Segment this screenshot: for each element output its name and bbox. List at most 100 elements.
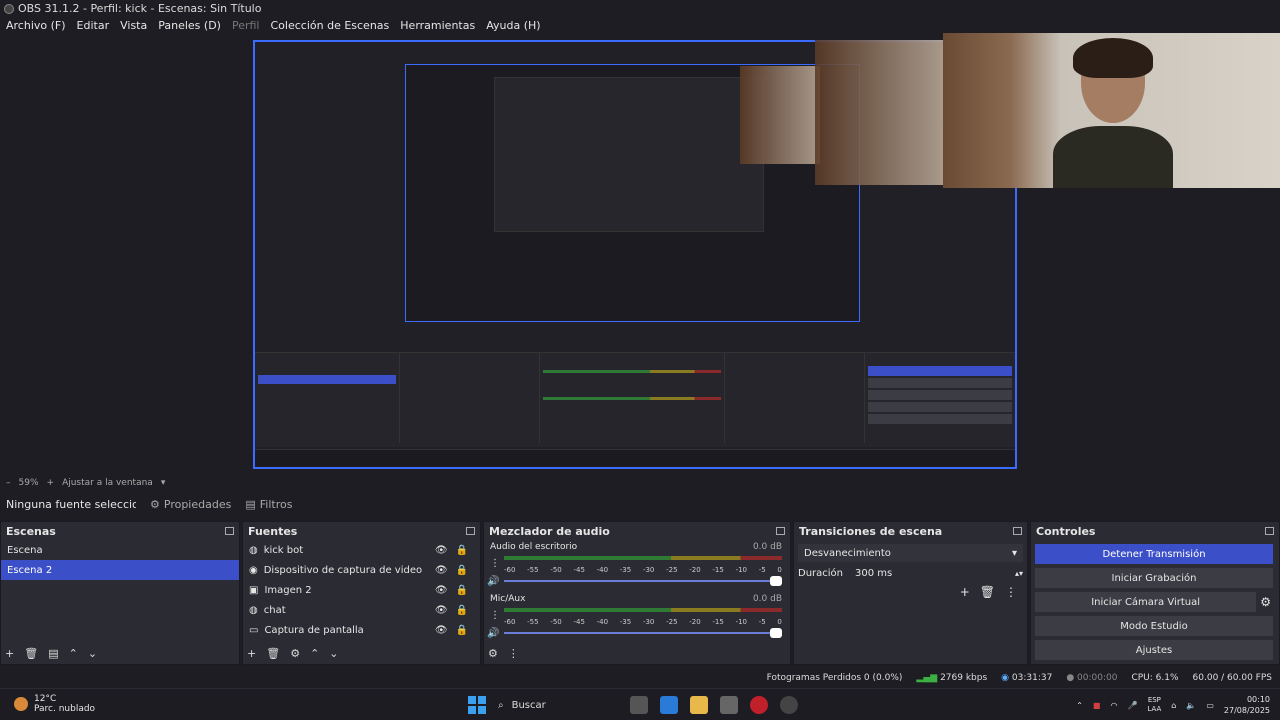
undock-icon[interactable] [1013,527,1022,535]
sources-title: Fuentes [248,524,298,538]
gear-icon[interactable]: ⚙ [290,647,300,660]
channel-db: 0.0 dB [752,542,782,552]
studio-mode-button[interactable]: Modo Estudio [1035,616,1273,636]
chevron-down-icon[interactable]: ⌄ [88,647,97,660]
weather-widget[interactable]: 12°C Parc. nublado [14,694,95,714]
obs-taskbar-icon[interactable] [780,696,798,714]
controls-dock: Controles Detener Transmisión Iniciar Gr… [1030,521,1280,665]
volume-icon[interactable]: 🔈 [1186,701,1196,710]
clock[interactable]: 00:10 27/08/2025 [1224,694,1270,716]
menu-perfil[interactable]: Perfil [232,19,260,32]
zoom-level: 59% [18,478,39,488]
trash-icon[interactable]: 🗑 [980,585,995,599]
speaker-icon[interactable]: 🔊 [487,576,499,587]
start-recording-button[interactable]: Iniciar Grabación [1035,568,1273,588]
source-item[interactable]: ▣ Imagen 2 👁 🔒 [243,580,480,600]
source-item[interactable]: ◉ Dispositivo de captura de video 👁 🔒 [243,560,480,580]
sources-dock: Fuentes ◍ kick bot 👁 🔒 ◉ Dispositivo de c… [242,521,481,665]
lock-icon[interactable]: 🔒 [456,545,468,556]
preview-area[interactable] [0,33,1280,476]
eye-icon[interactable]: 👁 [435,605,448,616]
undock-icon[interactable] [225,527,234,535]
mic-icon[interactable]: 🎤 [1127,701,1137,710]
trash-icon[interactable]: 🗑 [266,647,280,660]
gear-icon[interactable]: ⚙ [1260,595,1271,609]
gear-icon[interactable]: ⚙ [488,647,498,660]
signal-icon: ▂▄▆ [916,673,938,683]
menu-vista[interactable]: Vista [120,19,147,32]
lock-icon[interactable]: 🔒 [456,565,468,576]
add-icon[interactable]: + [960,585,970,599]
slider-knob[interactable] [770,628,782,638]
undock-icon[interactable] [466,527,475,535]
source-item[interactable]: ◍ kick bot 👁 🔒 [243,540,480,560]
menu-archivo[interactable]: Archivo (F) [6,19,66,32]
menu-herramientas[interactable]: Herramientas [400,19,475,32]
add-icon[interactable]: + [5,647,14,660]
opera-icon[interactable] [750,696,768,714]
trash-icon[interactable]: 🗑 [24,647,38,660]
menu-coleccion-escenas[interactable]: Colección de Escenas [271,19,390,32]
eye-icon[interactable]: 👁 [435,625,448,636]
chevron-up-icon[interactable]: ⌃ [310,647,319,660]
add-icon[interactable]: + [247,647,256,660]
lock-icon[interactable]: 🔒 [456,605,468,616]
mixer-title: Mezclador de audio [489,524,610,538]
chevron-down-icon[interactable]: ⌄ [329,647,338,660]
windows-start-icon[interactable] [468,696,486,714]
slider-knob[interactable] [770,576,782,586]
scene-item-selected[interactable]: Escena 2 [1,560,239,580]
duration-input[interactable]: 300 ms [855,568,1003,579]
settings-button[interactable]: Ajustes [1035,640,1273,660]
chevron-up-icon[interactable]: ⌃ [1076,701,1083,710]
eye-icon[interactable]: 👁 [435,545,448,556]
record-time: ● 00:00:00 [1066,673,1118,683]
tray-app-icon[interactable]: ■ [1093,701,1101,710]
chevron-down-icon[interactable]: ▾ [161,478,166,488]
transition-select[interactable]: Desvanecimiento ▾ [798,544,1023,562]
source-item[interactable]: ◍ chat 👁 🔒 [243,600,480,620]
wifi-icon[interactable]: ◠ [1110,701,1117,710]
duration-stepper[interactable]: ▴▾ [1015,569,1023,578]
undock-icon[interactable] [776,527,785,535]
start-virtual-camera-button[interactable]: Iniciar Cámara Virtual [1035,592,1257,612]
chevron-up-icon[interactable]: ⌃ [69,647,78,660]
volume-slider[interactable] [504,576,782,586]
speaker-icon[interactable]: 🔊 [487,628,499,639]
network-icon[interactable]: ⌂ [1171,701,1176,710]
title-bar: OBS 31.1.2 - Perfil: kick - Escenas: Sin… [0,0,1280,17]
meter-scale: -60 -55 -50 -45 -40 -35 -30 -25 -20 -15 -10 -5 0 [504,618,782,626]
zoom-out-button[interactable]: – [6,478,11,488]
scene-item[interactable]: Escena [1,540,239,560]
edge-icon[interactable] [660,696,678,714]
volume-slider[interactable] [504,628,782,638]
source-item[interactable]: ▭ Captura de pantalla 👁 🔒 [243,620,480,640]
undock-icon[interactable] [1265,527,1274,535]
more-icon[interactable]: ⋮ [508,647,519,660]
duration-label: Duración [798,568,844,579]
menu-ayuda[interactable]: Ayuda (H) [486,19,540,32]
taskbar-search[interactable]: ⌕ Buscar [498,693,618,717]
lock-icon[interactable]: 🔒 [456,625,468,636]
fit-to-window-dropdown[interactable]: Ajustar a la ventana [62,478,153,488]
properties-button[interactable]: ⚙ Propiedades [150,498,231,511]
file-explorer-icon[interactable] [690,696,708,714]
filter-icon[interactable]: ▤ [48,647,58,660]
menu-editar[interactable]: Editar [77,19,110,32]
eye-icon[interactable]: 👁 [435,565,448,576]
more-icon[interactable]: ⋮ [490,610,500,621]
task-view-icon[interactable] [630,696,648,714]
level-meter [504,608,782,612]
lock-icon[interactable]: 🔒 [456,585,468,596]
eye-icon[interactable]: 👁 [435,585,448,596]
filters-button[interactable]: ▤ Filtros [245,498,292,511]
zoom-in-button[interactable]: + [47,478,55,488]
battery-icon[interactable]: ▭ [1206,701,1214,710]
store-icon[interactable] [720,696,738,714]
more-icon[interactable]: ⋮ [1005,585,1017,599]
language-indicator[interactable]: ESP LAA [1147,696,1161,714]
nested-sources [400,353,540,443]
menu-paneles[interactable]: Paneles (D) [158,19,221,32]
stop-streaming-button[interactable]: Detener Transmisión [1035,544,1273,564]
more-icon[interactable]: ⋮ [490,558,500,569]
